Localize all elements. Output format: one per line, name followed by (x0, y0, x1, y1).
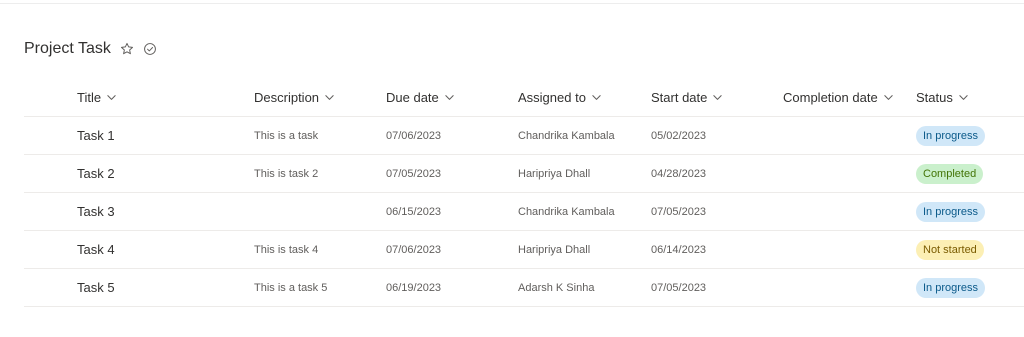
column-header-status[interactable]: Status (916, 78, 969, 116)
cell-start-date: 07/05/2023 (651, 281, 707, 294)
cell-title[interactable]: Task 3 (77, 193, 115, 230)
cell-assigned-to: Haripriya Dhall (518, 243, 591, 256)
column-header-label: Start date (651, 89, 708, 105)
chevron-down-icon (324, 92, 335, 103)
cell-status: In progress (916, 269, 986, 306)
column-header-title[interactable]: Title (77, 78, 117, 116)
cell-assigned-to: Chandrika Kambala (518, 205, 615, 218)
cell-due-date: 06/15/2023 (386, 205, 442, 218)
status-badge: In progress (916, 125, 986, 146)
cell-status: In progress (916, 117, 986, 154)
top-divider (0, 3, 1024, 4)
table-row[interactable]: Task 2 This is task 2 07/05/2023 Haripriya … (24, 155, 1024, 193)
status-badge: In progress (916, 277, 986, 298)
page-title: Project Task (24, 40, 111, 57)
cell-due-date: 06/19/2023 (386, 281, 442, 294)
chevron-down-icon (712, 92, 723, 103)
table-body: Task 1 This is a task 07/06/2023 Chandrika … (24, 117, 1024, 307)
cell-start-date: 07/05/2023 (651, 205, 707, 218)
table-row[interactable]: Task 5 This is a task 5 06/19/2023 Adarsh K… (24, 269, 1024, 307)
table-row[interactable]: Task 1 This is a task 07/06/2023 Chandrika … (24, 117, 1024, 155)
column-header-label: Assigned to (518, 89, 586, 105)
column-header-assigned-to[interactable]: Assigned to (518, 78, 602, 116)
column-header-label: Due date (386, 89, 439, 105)
chevron-down-icon (958, 92, 969, 103)
cell-due-date: 07/06/2023 (386, 129, 442, 142)
cell-description: This is a task 5 (254, 281, 328, 294)
cell-assigned-to: Haripriya Dhall (518, 167, 591, 180)
cell-start-date: 06/14/2023 (651, 243, 707, 256)
table-header-row: Title Description Due date Assigned to Start… (24, 78, 1024, 117)
task-table: Title Description Due date Assigned to Start… (24, 78, 1024, 307)
check-circle-icon[interactable] (143, 42, 157, 56)
column-header-label: Description (254, 89, 320, 105)
cell-title[interactable]: Task 4 (77, 231, 115, 268)
column-header-completion-date[interactable]: Completion date (783, 78, 894, 116)
cell-start-date: 04/28/2023 (651, 167, 707, 180)
column-header-description[interactable]: Description (254, 78, 335, 116)
status-badge: Completed (916, 163, 984, 184)
column-header-label: Completion date (783, 89, 878, 105)
status-badge: In progress (916, 201, 986, 222)
table-row[interactable]: Task 4 This is task 4 07/06/2023 Haripriya … (24, 231, 1024, 269)
chevron-down-icon (591, 92, 602, 103)
cell-due-date: 07/05/2023 (386, 167, 442, 180)
cell-title[interactable]: Task 5 (77, 269, 115, 306)
cell-due-date: 07/06/2023 (386, 243, 442, 256)
cell-description: This is task 4 (254, 243, 319, 256)
cell-assigned-to: Chandrika Kambala (518, 129, 615, 142)
cell-status: In progress (916, 193, 986, 230)
column-header-start-date[interactable]: Start date (651, 78, 723, 116)
table-row[interactable]: Task 3 06/15/2023 Chandrika Kambala 07/05/2… (24, 193, 1024, 231)
cell-description: This is a task (254, 129, 319, 142)
column-header-label: Status (916, 89, 953, 105)
chevron-down-icon (106, 92, 117, 103)
chevron-down-icon (444, 92, 455, 103)
cell-title[interactable]: Task 1 (77, 117, 115, 154)
list-header: Project Task (24, 38, 157, 60)
cell-start-date: 05/02/2023 (651, 129, 707, 142)
favorite-star-icon[interactable] (120, 42, 134, 56)
cell-description: This is task 2 (254, 167, 319, 180)
column-header-due-date[interactable]: Due date (386, 78, 455, 116)
cell-status: Completed (916, 155, 984, 192)
column-header-label: Title (77, 89, 102, 105)
cell-status: Not started (916, 231, 984, 268)
cell-title[interactable]: Task 2 (77, 155, 115, 192)
chevron-down-icon (883, 92, 894, 103)
status-badge: Not started (916, 239, 984, 260)
cell-assigned-to: Adarsh K Sinha (518, 281, 595, 294)
